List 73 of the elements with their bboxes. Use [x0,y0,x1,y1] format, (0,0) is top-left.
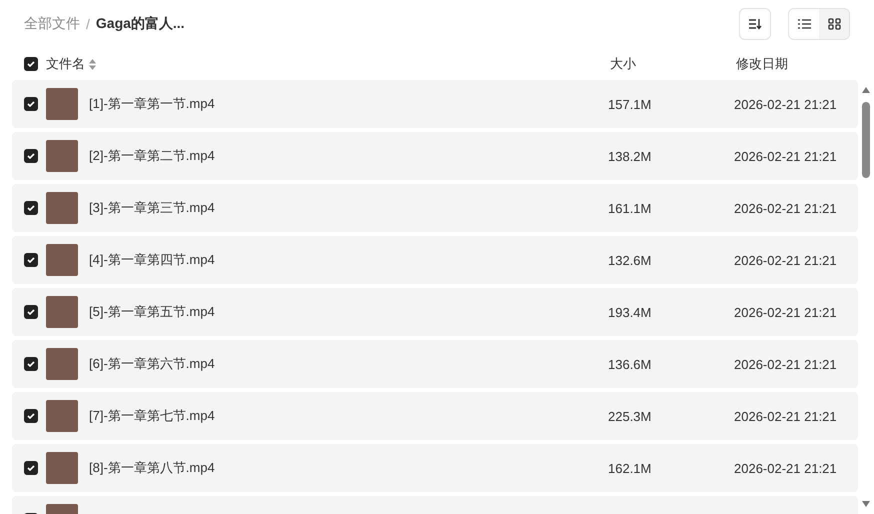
file-name: [5]-第一章第五节.mp4 [89,303,216,321]
check-icon [27,205,35,211]
file-row[interactable]: [5]-第一章第五节.mp4 193.4M 2026-02-21 21:21 [12,288,858,336]
sort-icon [748,18,762,30]
video-thumbnail-placeholder [46,140,78,172]
file-size: 132.6M [608,252,652,268]
file-name: [1]-第一章第一节.mp4 [89,95,216,113]
column-header[interactable]: 修改日期 [736,55,788,73]
file-size: 193.4M [608,304,652,320]
file-row[interactable]: [8]-第一章第八节.mp4 162.1M 2026-02-21 21:21 [12,444,858,492]
sort-button[interactable] [739,8,771,40]
file-name: [4]-第一章第四节.mp4 [89,251,216,269]
file-size: 138.2M [608,148,652,164]
check-icon [27,309,35,315]
row-checkbox[interactable] [24,253,38,267]
video-thumbnail-placeholder [46,348,78,380]
select-all-checkbox[interactable] [24,57,38,71]
row-checkbox[interactable] [24,149,38,163]
breadcrumb-link[interactable]: 全部文件 [24,15,80,33]
column-header[interactable]: 文件名 [46,55,85,73]
check-icon [27,101,35,107]
modified-date: 2026-02-21 21:21 [734,304,837,320]
video-thumbnail-placeholder [46,244,78,276]
scroll-down-arrow-icon[interactable] [861,500,871,508]
modified-date: 2026-02-21 21:21 [734,356,837,372]
modified-date: 2026-02-21 21:21 [734,252,837,268]
video-thumbnail-placeholder [46,296,78,328]
row-checkbox[interactable] [24,305,38,319]
file-name: [8]-第一章第八节.mp4 [89,459,216,477]
file-row[interactable]: [7]-第一章第七节.mp4 225.3M 2026-02-21 21:21 [12,392,858,440]
file-size: 136.6M [608,356,652,372]
video-thumbnail-placeholder [46,452,78,484]
check-icon [27,361,35,367]
check-icon [27,465,35,471]
file-size: 161.1M [608,200,652,216]
file-row[interactable]: [6]-第一章第六节.mp4 136.6M 2026-02-21 21:21 [12,340,858,388]
modified-date: 2026-02-21 21:21 [734,200,837,216]
row-checkbox[interactable] [24,357,38,371]
row-checkbox[interactable] [24,461,38,475]
row-checkbox[interactable] [24,97,38,111]
file-row[interactable]: [3]-第一章第三节.mp4 161.1M 2026-02-21 21:21 [12,184,858,232]
check-icon [27,61,35,67]
check-icon [27,153,35,159]
video-thumbnail-placeholder [46,192,78,224]
grid-icon [828,18,840,30]
breadcrumb-current: Gaga的富人... [96,15,185,33]
check-icon [27,413,35,419]
file-name: [3]-第一章第三节.mp4 [89,199,216,217]
file-row[interactable]: [2]-第一章第二节.mp4 138.2M 2026-02-21 21:21 [12,132,858,180]
scroll-up-arrow-icon[interactable] [861,86,871,94]
breadcrumb-separator: / [86,16,90,32]
video-thumbnail-placeholder [46,400,78,432]
file-size: 225.3M [608,408,652,424]
file-size: 162.1M [608,460,652,476]
sort-arrows-icon[interactable] [89,58,96,70]
list-icon [798,19,810,29]
file-row[interactable]: [4]-第一章第四节.mp4 132.6M 2026-02-21 21:21 [12,236,858,284]
file-size: 157.1M [608,96,652,112]
modified-date: 2026-02-21 21:21 [734,408,837,424]
file-name: [7]-第一章第七节.mp4 [89,407,216,425]
row-checkbox[interactable] [24,409,38,423]
column-header[interactable]: 大小 [610,55,736,73]
video-thumbnail-placeholder [46,88,78,120]
check-icon [27,257,35,263]
modified-date: 2026-02-21 21:21 [734,148,837,164]
modified-date: 2026-02-21 21:21 [734,460,837,476]
file-name: [6]-第一章第六节.mp4 [89,355,216,373]
scrollbar-thumb[interactable] [862,102,870,178]
modified-date: 2026-02-21 21:21 [734,96,837,112]
list-view-button[interactable] [789,9,819,39]
row-checkbox[interactable] [24,201,38,215]
file-row[interactable]: [1]-第一章第一节.mp4 157.1M 2026-02-21 21:21 [12,80,858,128]
file-name: [2]-第一章第二节.mp4 [89,147,216,165]
